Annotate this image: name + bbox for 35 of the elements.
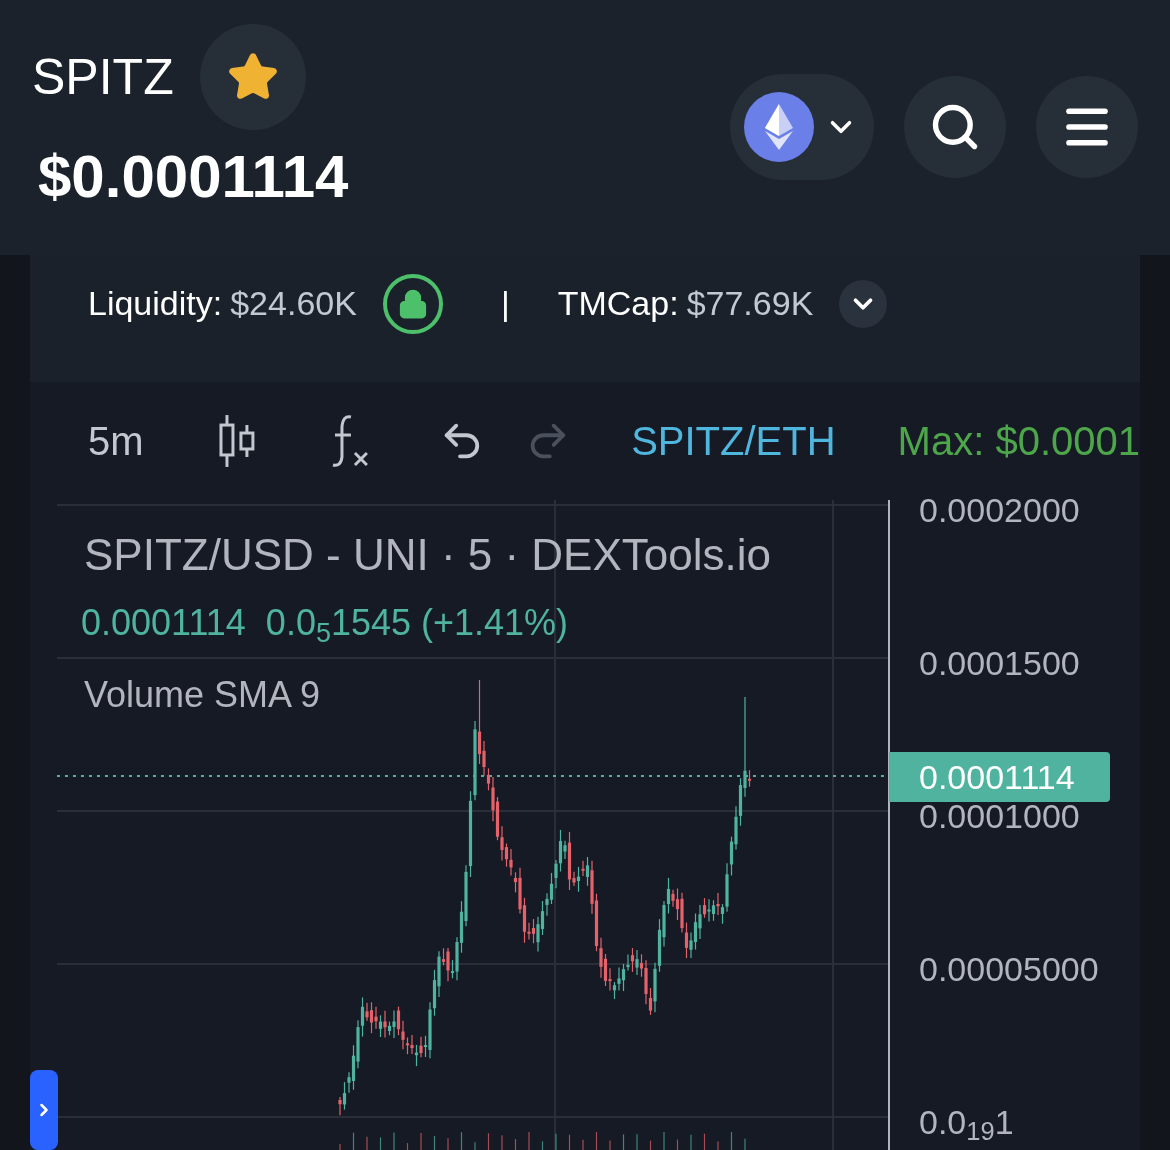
pair-link[interactable]: SPITZ/ETH xyxy=(631,411,836,471)
volume-bar xyxy=(649,1140,652,1150)
volume-bar xyxy=(406,1142,409,1150)
volume-bar xyxy=(460,1131,463,1150)
volume-bar xyxy=(676,1139,679,1150)
volume-bar xyxy=(595,1131,598,1150)
price-axis-label: 0.0$_{19}$1 xyxy=(919,1102,1014,1148)
liquidity-label: Liquidity: xyxy=(88,283,223,324)
volume-bar xyxy=(568,1134,571,1150)
price-axis-label: 0.0002000 xyxy=(919,490,1080,531)
ethereum-logo-icon xyxy=(744,92,814,162)
current-price-label: 0.0001114 xyxy=(889,752,1110,802)
chart-title: SPITZ/USD - UNI · 5 · DEXTools.io xyxy=(84,529,771,581)
interval-button[interactable]: 5m xyxy=(88,411,144,471)
token-name: SPITZ xyxy=(32,47,174,107)
volume-bar xyxy=(433,1135,436,1150)
volume-bar xyxy=(352,1132,355,1150)
volume-bar xyxy=(379,1136,382,1150)
price-axis-label: 0.00005000 xyxy=(919,949,1099,990)
volume-bar xyxy=(541,1140,544,1150)
volume-bar xyxy=(514,1138,517,1150)
separator: | xyxy=(500,283,510,324)
price-axis-label: 0.0001500 xyxy=(919,643,1080,684)
tmcap-value: $77.69K xyxy=(686,283,814,324)
volume-bar xyxy=(622,1133,625,1150)
max-price: Max: $0.0001 xyxy=(897,418,1140,465)
indicator-label: Volume SMA 9 xyxy=(84,673,321,717)
volume-bar xyxy=(730,1131,733,1150)
token-price: $0.0001114 xyxy=(38,142,349,212)
tmcap-label: TMCap: xyxy=(557,283,679,324)
volume-bar xyxy=(487,1132,490,1150)
liquidity-value: $24.60K xyxy=(230,283,357,324)
sidebar-toggle[interactable] xyxy=(30,1070,58,1150)
volume-bar xyxy=(703,1133,706,1150)
price-change: 0.0001114 0.0$_{5}$1545 (+1.41%) xyxy=(81,601,569,650)
